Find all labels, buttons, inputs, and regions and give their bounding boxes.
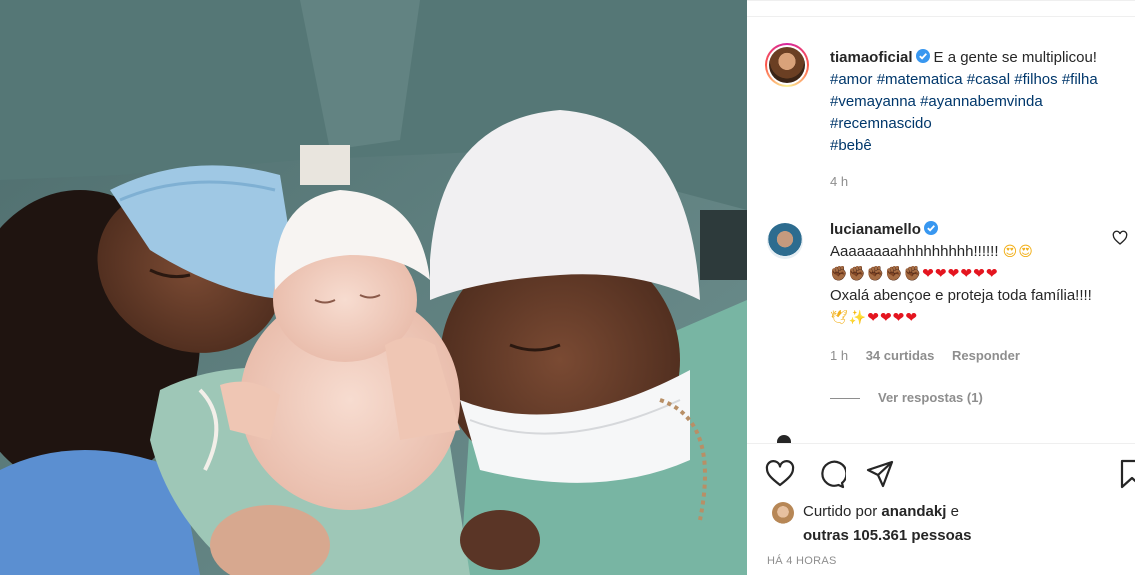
share-icon[interactable] — [865, 459, 895, 489]
likes-summary: Curtido por anandakj e outras 105.361 pe… — [803, 500, 1123, 548]
next-comment-avatar — [777, 435, 791, 443]
comment-like-heart-icon[interactable] — [1112, 230, 1128, 246]
dove-sparkles-emoji: 🕊✨ — [830, 310, 868, 326]
liker-avatar[interactable] — [772, 502, 794, 524]
caption-text: E a gente se multiplicou! — [933, 49, 1097, 66]
comment-likes[interactable]: 34 curtidas — [866, 348, 935, 363]
comment-text: Oxalá abençoe e proteja toda família!!!! — [830, 287, 1092, 304]
comment: lucianamello Aaaaaaaahhhhhhhhh!!!!!! 😍😍 … — [830, 219, 1100, 329]
commenter-username[interactable]: lucianamello — [830, 221, 921, 238]
heart-icon[interactable] — [765, 459, 795, 489]
red-heart-emoji: ❤❤❤❤ — [867, 310, 919, 326]
post-panel: tiamaoficial E a gente se multiplicou! #a… — [747, 0, 1135, 575]
hashtag[interactable]: #matematica — [877, 71, 963, 88]
hashtag[interactable]: #filha — [1062, 71, 1098, 88]
verified-icon — [923, 221, 938, 235]
author-avatar[interactable] — [765, 43, 809, 87]
hashtag[interactable]: #ayannabemvinda — [920, 93, 1043, 110]
raised-fist-emoji: ✊🏾✊🏾✊🏾✊🏾✊🏾 — [830, 266, 923, 282]
post-photo[interactable] — [0, 0, 747, 575]
hashtag[interactable]: #filhos — [1014, 71, 1057, 88]
view-replies-button[interactable]: Ver respostas (1) — [830, 390, 983, 405]
comment-icon[interactable] — [816, 459, 846, 489]
posted-time[interactable]: HÁ 4 HORAS — [767, 555, 837, 567]
divider — [747, 443, 1135, 444]
commenter-avatar[interactable] — [767, 223, 803, 259]
heart-eyes-emoji: 😍😍 — [1002, 244, 1034, 260]
comment-text: Aaaaaaaahhhhhhhhh!!!!!! — [830, 243, 999, 260]
comment-time[interactable]: 1 h — [830, 348, 848, 363]
verified-icon — [915, 49, 930, 63]
replies-line — [830, 398, 860, 400]
divider — [747, 16, 1135, 17]
likes-prefix: Curtido por — [803, 503, 878, 520]
hashtag[interactable]: #casal — [967, 71, 1010, 88]
caption-time[interactable]: 4 h — [830, 174, 848, 189]
likes-connector: e — [950, 503, 959, 520]
hashtag[interactable]: #recemnascido — [830, 115, 932, 132]
red-heart-emoji: ❤❤❤❤❤❤ — [922, 266, 999, 282]
liker-username[interactable]: anandakj — [881, 503, 946, 520]
reply-button[interactable]: Responder — [952, 348, 1020, 363]
bookmark-icon[interactable] — [1117, 459, 1135, 489]
hashtag[interactable]: #amor — [830, 71, 873, 88]
hashtag[interactable]: #vemayanna — [830, 93, 916, 110]
newborn-photo-illustration — [0, 0, 747, 575]
post-caption: tiamaoficial E a gente se multiplicou! #a… — [830, 47, 1125, 157]
author-username[interactable]: tiamaoficial — [830, 49, 913, 66]
hashtag[interactable]: #bebê — [830, 137, 872, 154]
view-replies-label: Ver respostas (1) — [878, 390, 983, 405]
comment-meta: 1 h 34 curtidas Responder — [830, 348, 1034, 363]
likes-others[interactable]: outras 105.361 pessoas — [803, 527, 971, 544]
